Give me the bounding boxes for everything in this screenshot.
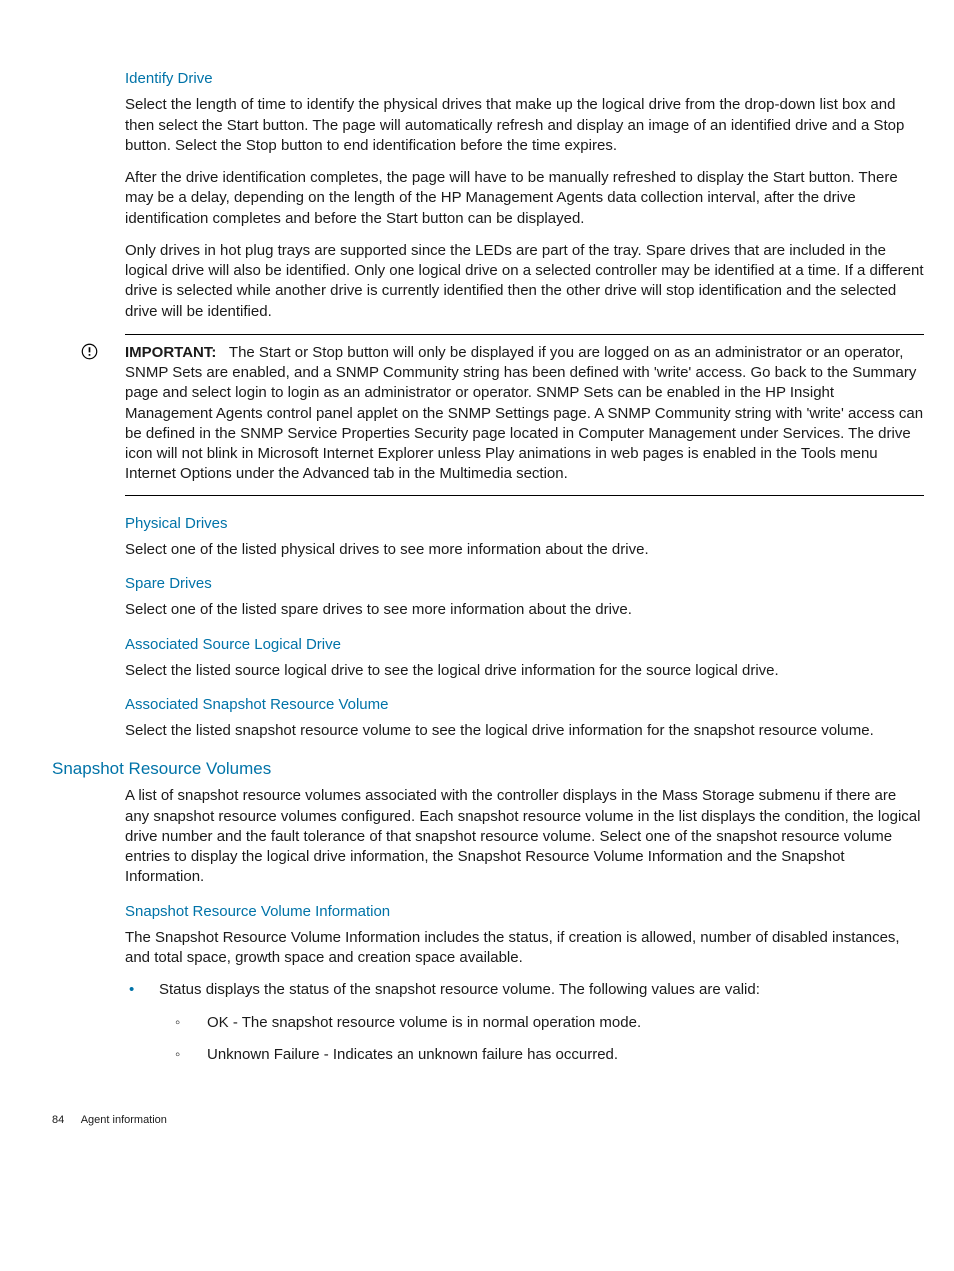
heading-physical-drives: Physical Drives bbox=[125, 514, 924, 534]
para-text: Select one of the listed physical drives… bbox=[125, 540, 924, 560]
page-number: 84 bbox=[52, 1113, 64, 1128]
important-callout: IMPORTANT: The Start or Stop button will… bbox=[125, 334, 924, 496]
heading-identify-drive: Identify Drive bbox=[125, 69, 924, 89]
section-snapshot-info: Snapshot Resource Volume Information The… bbox=[125, 902, 924, 1066]
list-item: Unknown Failure - Indicates an unknown f… bbox=[159, 1045, 924, 1065]
section-assoc-source: Associated Source Logical Drive Select t… bbox=[125, 635, 924, 682]
heading-assoc-snapshot: Associated Snapshot Resource Volume bbox=[125, 695, 924, 715]
heading-snapshot-volumes: Snapshot Resource Volumes bbox=[52, 758, 924, 781]
heading-assoc-source: Associated Source Logical Drive bbox=[125, 635, 924, 655]
important-text: IMPORTANT: The Start or Stop button will… bbox=[125, 343, 924, 485]
section-identify-drive: Identify Drive Select the length of time… bbox=[125, 69, 924, 322]
important-label: IMPORTANT: bbox=[125, 344, 216, 361]
section-spare-drives: Spare Drives Select one of the listed sp… bbox=[125, 574, 924, 621]
page-footer: 84 Agent information bbox=[52, 1113, 924, 1128]
status-sublist: OK - The snapshot resource volume is in … bbox=[159, 1013, 924, 1066]
list-item-text: Status displays the status of the snapsh… bbox=[159, 981, 760, 998]
list-item: OK - The snapshot resource volume is in … bbox=[159, 1013, 924, 1033]
para-text: Select one of the listed spare drives to… bbox=[125, 600, 924, 620]
section-assoc-snapshot: Associated Snapshot Resource Volume Sele… bbox=[125, 695, 924, 742]
important-body: The Start or Stop button will only be di… bbox=[125, 344, 923, 483]
para-text: A list of snapshot resource volumes asso… bbox=[125, 786, 924, 887]
para-text: Select the listed source logical drive t… bbox=[125, 661, 924, 681]
footer-title: Agent information bbox=[81, 1114, 167, 1126]
list-item: Status displays the status of the snapsh… bbox=[125, 980, 924, 1065]
heading-spare-drives: Spare Drives bbox=[125, 574, 924, 594]
section-physical-drives: Physical Drives Select one of the listed… bbox=[125, 514, 924, 561]
status-list: Status displays the status of the snapsh… bbox=[125, 980, 924, 1065]
para-text: After the drive identification completes… bbox=[125, 168, 924, 229]
para-text: The Snapshot Resource Volume Information… bbox=[125, 928, 924, 969]
para-text: Only drives in hot plug trays are suppor… bbox=[125, 241, 924, 322]
heading-snapshot-info: Snapshot Resource Volume Information bbox=[125, 902, 924, 922]
important-icon bbox=[81, 343, 98, 360]
para-text: Select the length of time to identify th… bbox=[125, 95, 924, 156]
para-text: Select the listed snapshot resource volu… bbox=[125, 721, 924, 741]
